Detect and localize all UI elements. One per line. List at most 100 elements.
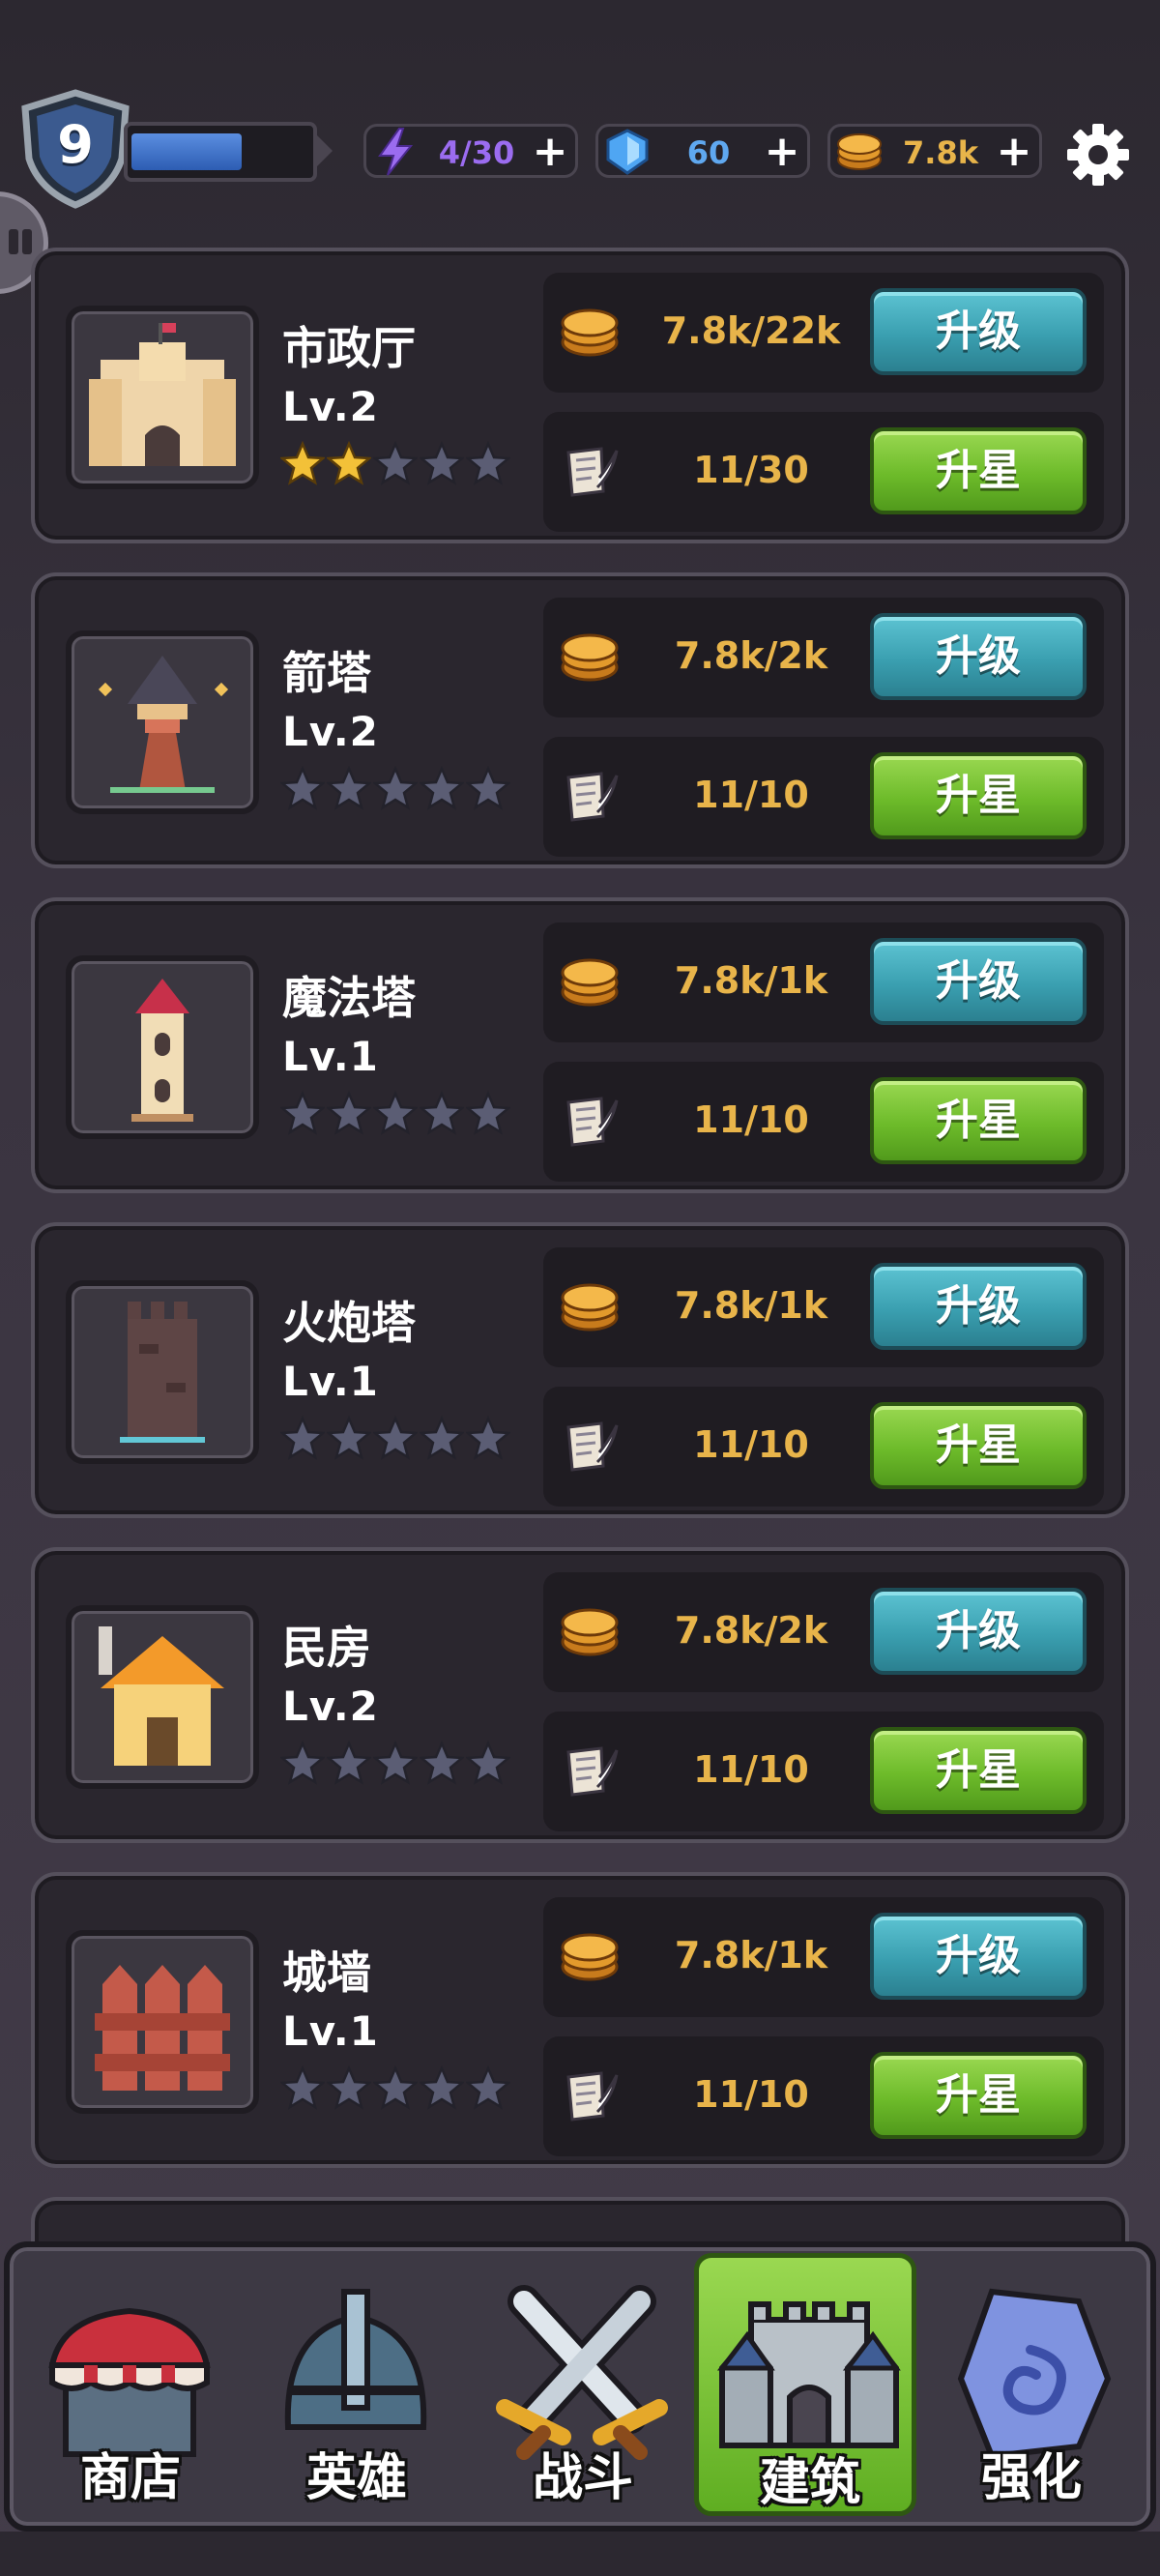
coin-stack-icon: [837, 133, 882, 170]
building-name: 魔法塔: [282, 972, 416, 1024]
tab-enhance[interactable]: 强化: [920, 2253, 1143, 2516]
star-filled-icon: [280, 441, 325, 485]
building-card: 民房 Lv.2 7.8k/2k 升级 11/10 升星: [31, 1547, 1129, 1843]
star-empty-icon: [466, 441, 510, 485]
coin-stack-icon: [561, 1283, 619, 1332]
tab-build-label: 建筑: [759, 2454, 860, 2512]
arrow-tower-icon: [98, 656, 229, 793]
star-empty-icon: [420, 766, 464, 810]
scroll-cost: 11/30: [693, 449, 809, 491]
building-star-rating: [280, 1416, 510, 1460]
building-thumbnail[interactable]: [66, 306, 259, 489]
star-up-button[interactable]: 升星: [870, 752, 1087, 839]
building-name: 火炮塔: [282, 1297, 416, 1349]
star-empty-icon: [420, 441, 464, 485]
coin-stack-icon: [561, 1933, 619, 1981]
star-up-button[interactable]: 升星: [870, 1727, 1087, 1814]
star-up-button[interactable]: 升星: [870, 1402, 1087, 1489]
building-thumbnail[interactable]: [66, 1930, 259, 2114]
add-coins-button[interactable]: +: [995, 125, 1033, 179]
upgrade-cost-row: 7.8k/1k 升级: [543, 1897, 1104, 2017]
xp-bar-fill: [131, 133, 242, 170]
star-filled-icon: [327, 441, 371, 485]
magic-tower-icon: [131, 979, 193, 1122]
building-card: 箭塔 Lv.2 7.8k/2k 升级 11/10 升星: [31, 572, 1129, 868]
upgrade-cost-row: 7.8k/22k 升级: [543, 273, 1104, 393]
star-empty-icon: [327, 1741, 371, 1785]
player-level: 9: [57, 114, 94, 175]
building-thumbnail[interactable]: [66, 1605, 259, 1789]
building-thumbnail[interactable]: [66, 1280, 259, 1464]
upgrade-cost-row: 7.8k/2k 升级: [543, 598, 1104, 717]
building-level: Lv.2: [282, 708, 379, 755]
upgrade-button[interactable]: 升级: [870, 613, 1087, 700]
star-up-cost-row: 11/10 升星: [543, 1712, 1104, 1831]
scroll-quill-icon: [566, 1746, 619, 1797]
upgrade-button[interactable]: 升级: [870, 938, 1087, 1025]
scroll-cost: 11/10: [693, 1423, 809, 1466]
star-empty-icon: [373, 2065, 418, 2110]
gem-icon: [606, 129, 649, 175]
upgrade-button[interactable]: 升级: [870, 1588, 1087, 1675]
cannon-tower-icon: [120, 1302, 205, 1443]
star-empty-icon: [373, 1091, 418, 1135]
star-empty-icon: [466, 1091, 510, 1135]
upgrade-cost-row: 7.8k/1k 升级: [543, 922, 1104, 1042]
star-empty-icon: [327, 1091, 371, 1135]
house-icon: [99, 1626, 224, 1766]
add-energy-button[interactable]: +: [531, 125, 569, 179]
star-empty-icon: [327, 766, 371, 810]
scroll-cost: 11/10: [693, 774, 809, 816]
building-name: 民房: [282, 1622, 371, 1674]
star-empty-icon: [466, 2065, 510, 2110]
gear-icon[interactable]: [1063, 120, 1133, 190]
coin-cost: 7.8k/1k: [674, 1934, 828, 1976]
building-thumbnail[interactable]: [66, 955, 259, 1139]
star-up-cost-row: 11/10 升星: [543, 2036, 1104, 2156]
star-empty-icon: [280, 1741, 325, 1785]
tab-shop[interactable]: 商店: [19, 2253, 242, 2516]
scroll-quill-icon: [566, 2071, 619, 2122]
scroll-quill-icon: [566, 1421, 619, 1472]
tab-build[interactable]: 建筑: [694, 2253, 916, 2516]
star-empty-icon: [420, 1091, 464, 1135]
star-empty-icon: [327, 2065, 371, 2110]
tab-battle-label: 战斗: [532, 2449, 633, 2507]
star-up-button[interactable]: 升星: [870, 427, 1087, 514]
town-hall-icon: [89, 323, 236, 466]
building-level: Lv.1: [282, 2007, 379, 2055]
star-empty-icon: [280, 1091, 325, 1135]
building-star-rating: [280, 2065, 510, 2110]
building-star-rating: [280, 766, 510, 810]
building-level: Lv.2: [282, 383, 379, 430]
upgrade-button[interactable]: 升级: [870, 288, 1087, 375]
tab-battle[interactable]: 战斗: [472, 2253, 694, 2516]
star-empty-icon: [280, 766, 325, 810]
building-star-rating: [280, 1741, 510, 1785]
tab-hero[interactable]: 英雄: [246, 2253, 468, 2516]
coin-cost: 7.8k/1k: [674, 1284, 828, 1327]
scroll-quill-icon: [566, 772, 619, 822]
star-up-cost-row: 11/10 升星: [543, 1387, 1104, 1507]
building-thumbnail[interactable]: [66, 630, 259, 814]
add-gems-button[interactable]: +: [763, 125, 801, 179]
star-up-button[interactable]: 升星: [870, 1077, 1087, 1164]
upgrade-button[interactable]: 升级: [870, 1263, 1087, 1350]
upgrade-button[interactable]: 升级: [870, 1913, 1087, 2000]
building-card: 魔法塔 Lv.1 7.8k/1k 升级 11/10 升星: [31, 897, 1129, 1193]
building-name: 城墙: [282, 1947, 371, 1999]
tab-enhance-label: 强化: [980, 2449, 1082, 2507]
building-card: 城墙 Lv.1 7.8k/1k 升级 11/10 升星: [31, 1872, 1129, 2168]
star-up-button[interactable]: 升星: [870, 2052, 1087, 2139]
star-empty-icon: [466, 766, 510, 810]
building-card: 火炮塔 Lv.1 7.8k/1k 升级 11/10 升星: [31, 1222, 1129, 1518]
building-star-rating: [280, 1091, 510, 1135]
building-level: Lv.1: [282, 1033, 379, 1080]
coin-value: 7.8k: [903, 134, 978, 171]
star-empty-icon: [280, 2065, 325, 2110]
building-name: 箭塔: [282, 647, 371, 699]
lightning-icon: [378, 128, 414, 176]
star-empty-icon: [373, 1741, 418, 1785]
coin-stack-icon: [561, 1608, 619, 1656]
coin-cost: 7.8k/2k: [674, 634, 828, 677]
